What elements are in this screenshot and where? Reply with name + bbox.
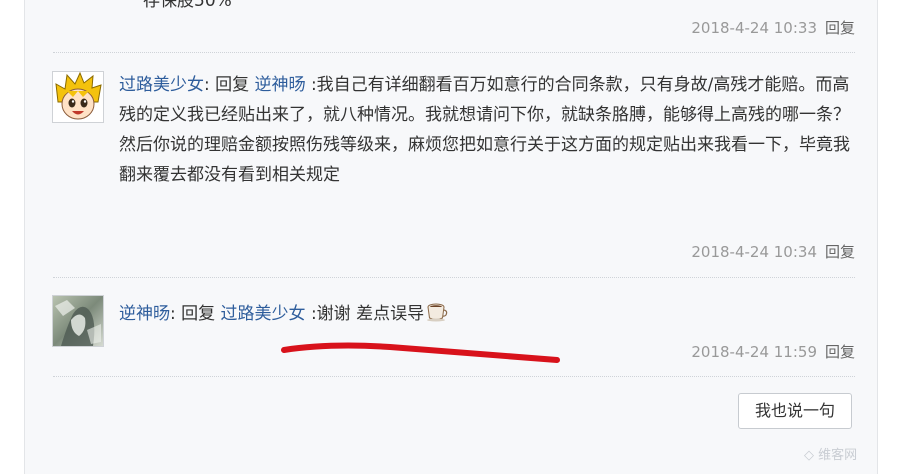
comment-body: 过路美少女: 回复 逆神旸 :我自己有详细翻看百万如意行的合同条款，只有身故/高… [119,70,859,190]
comment-time: 2018-4-24 10:33 [691,19,817,37]
comment-time: 2018-4-24 11:59 [691,343,817,361]
comment-time: 2018-4-24 10:34 [691,243,817,261]
comment-meta: 2018-4-24 11:59 回复 [691,341,855,362]
comment-author-link[interactable]: 过路美少女 [119,75,204,95]
photo-avatar-icon [53,296,103,346]
divider [53,277,855,278]
reply-action-label: 回复 [181,304,216,324]
author-colon: : [170,304,182,324]
comment-author-link[interactable]: 逆神旸 [119,304,170,324]
reply-button[interactable]: 回复 [825,243,855,261]
comment-panel: 存保股50% 2018-4-24 10:33 回复 过路美少女: 回复 逆神旸 :… [24,0,878,474]
reply-action-label: 回复 [215,75,250,95]
cartoon-avatar-icon [53,72,103,122]
comment-content: :谢谢 差点误导 [305,304,425,324]
watermark-logo-icon: ◇ [804,448,814,463]
reply-target-link[interactable]: 过路美少女 [221,304,306,324]
avatar[interactable] [52,295,104,347]
comment-meta: 2018-4-24 10:33 回复 [691,17,855,38]
reply-button[interactable]: 回复 [825,343,855,361]
reply-button[interactable]: 回复 [825,19,855,37]
comment-body: 逆神旸: 回复 过路美少女 :谢谢 差点误导 [119,299,859,332]
divider [53,376,855,377]
reply-target-link[interactable]: 逆神旸 [255,75,306,95]
watermark-text: 维客网 [818,448,858,463]
watermark: ◇ 维客网 [804,444,857,463]
avatar[interactable] [52,71,104,123]
add-comment-button[interactable]: 我也说一句 [738,393,852,429]
divider [53,52,855,53]
comment-meta: 2018-4-24 10:34 回复 [691,241,855,262]
previous-comment-text: 存保股50% [143,0,232,11]
coffee-icon [426,302,448,332]
author-colon: : [204,75,216,95]
